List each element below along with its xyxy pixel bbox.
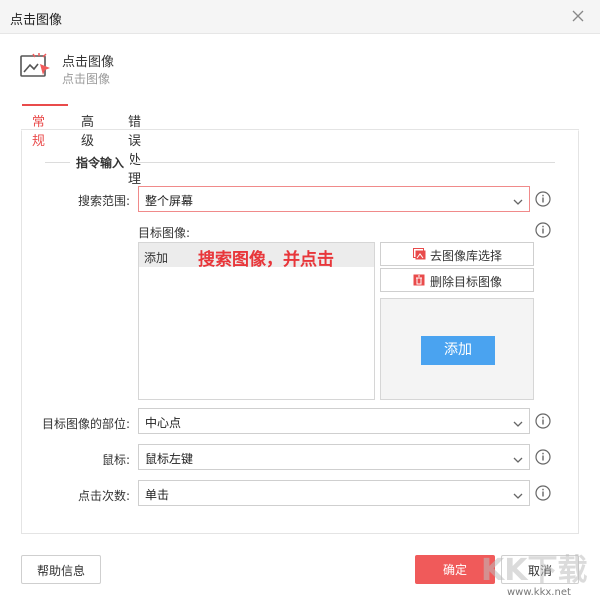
mouse-label: 鼠标: bbox=[101, 453, 130, 467]
info-icon[interactable] bbox=[535, 449, 551, 465]
header-title: 点击图像 bbox=[62, 55, 115, 70]
active-tab-indicator bbox=[22, 104, 68, 106]
image-part-label: 目标图像的部位: bbox=[41, 417, 130, 431]
info-icon[interactable] bbox=[535, 485, 551, 501]
close-icon[interactable] bbox=[570, 8, 586, 24]
search-range-value: 整个屏幕 bbox=[145, 194, 194, 208]
image-part-select[interactable]: 中心点 bbox=[138, 408, 530, 434]
watermark-url: www.kkx.net bbox=[507, 587, 571, 598]
list-item-label: 添加 bbox=[144, 251, 169, 265]
info-icon[interactable] bbox=[535, 413, 551, 429]
click-count-select[interactable]: 单击 bbox=[138, 480, 530, 506]
delete-image-icon bbox=[413, 274, 426, 286]
annotation-text: 搜索图像，并点击 bbox=[198, 250, 334, 270]
info-icon[interactable] bbox=[535, 222, 551, 238]
delete-target-image-button[interactable]: 删除目标图像 bbox=[380, 268, 534, 292]
cancel-button[interactable]: 取消 bbox=[501, 555, 579, 584]
choose-from-library-label: 去图像库选择 bbox=[430, 249, 503, 263]
target-image-label: 目标图像: bbox=[138, 226, 191, 240]
window-title: 点击图像 bbox=[10, 13, 63, 28]
search-range-select[interactable]: 整个屏幕 bbox=[138, 186, 530, 212]
mouse-select[interactable]: 鼠标左键 bbox=[138, 444, 530, 470]
header-subtitle: 点击图像 bbox=[62, 72, 111, 86]
section-title: 指令输入 bbox=[70, 154, 131, 171]
click-count-label: 点击次数: bbox=[77, 489, 130, 503]
chevron-down-icon bbox=[513, 453, 523, 463]
chevron-down-icon bbox=[513, 489, 523, 499]
search-range-label: 搜索范围: bbox=[77, 194, 130, 208]
image-part-value: 中心点 bbox=[145, 416, 182, 430]
ok-button-label: 确定 bbox=[442, 563, 467, 577]
help-button[interactable]: 帮助信息 bbox=[21, 555, 101, 584]
cursor-image-icon bbox=[20, 52, 52, 80]
mouse-value: 鼠标左键 bbox=[145, 452, 194, 466]
image-preview: 添加 bbox=[380, 298, 534, 400]
info-icon[interactable] bbox=[535, 191, 551, 207]
cancel-button-label: 取消 bbox=[527, 564, 552, 578]
ok-button[interactable]: 确定 bbox=[415, 555, 495, 584]
image-library-icon bbox=[413, 248, 426, 260]
choose-from-library-button[interactable]: 去图像库选择 bbox=[380, 242, 534, 266]
help-button-label: 帮助信息 bbox=[36, 564, 85, 578]
delete-target-image-label: 删除目标图像 bbox=[430, 275, 503, 289]
chevron-down-icon bbox=[513, 195, 523, 205]
chevron-down-icon bbox=[513, 417, 523, 427]
click-count-value: 单击 bbox=[145, 488, 170, 502]
title-bar: 点击图像 bbox=[0, 0, 600, 34]
add-image-button[interactable]: 添加 bbox=[421, 336, 495, 365]
